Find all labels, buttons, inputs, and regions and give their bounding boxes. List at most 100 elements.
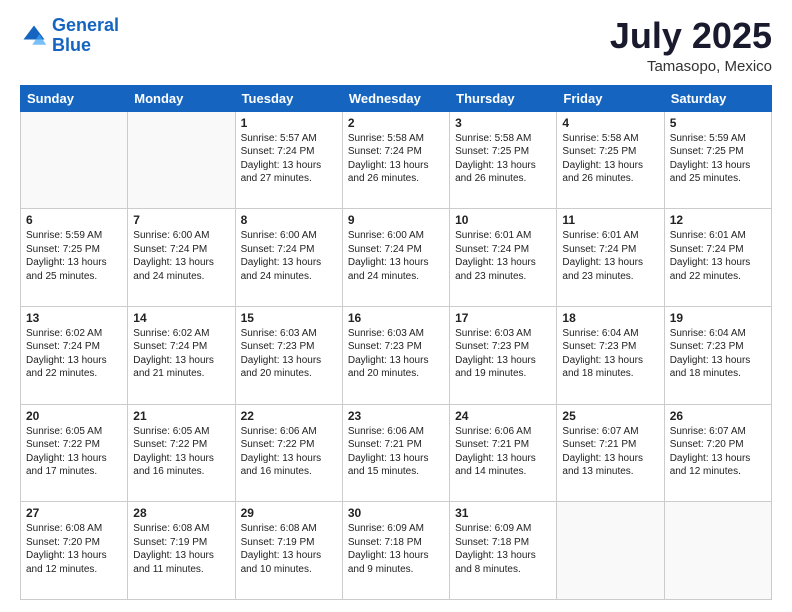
day-info: Sunrise: 6:01 AM Sunset: 7:24 PM Dayligh… bbox=[670, 229, 766, 283]
day-info: Sunrise: 5:58 AM Sunset: 7:25 PM Dayligh… bbox=[562, 132, 658, 186]
day-cell: 12 Sunrise: 6:01 AM Sunset: 7:24 PM Dayli… bbox=[664, 209, 771, 307]
day-cell: 14 Sunrise: 6:02 AM Sunset: 7:24 PM Dayli… bbox=[128, 306, 235, 404]
day-cell: 9 Sunrise: 6:00 AM Sunset: 7:24 PM Daylig… bbox=[342, 209, 449, 307]
col-header-sunday: Sunday bbox=[21, 85, 128, 111]
day-info: Sunrise: 6:06 AM Sunset: 7:21 PM Dayligh… bbox=[455, 425, 551, 479]
day-cell: 15 Sunrise: 6:03 AM Sunset: 7:23 PM Dayli… bbox=[235, 306, 342, 404]
day-number: 20 bbox=[26, 409, 122, 423]
day-number: 9 bbox=[348, 213, 444, 227]
col-header-thursday: Thursday bbox=[450, 85, 557, 111]
day-cell: 27 Sunrise: 6:08 AM Sunset: 7:20 PM Dayli… bbox=[21, 502, 128, 600]
col-header-saturday: Saturday bbox=[664, 85, 771, 111]
day-cell: 17Sunrise: 6:03 AM Sunset: 7:23 PM Dayli… bbox=[450, 306, 557, 404]
day-number: 24 bbox=[455, 409, 551, 423]
day-info: Sunrise: 5:59 AM Sunset: 7:25 PM Dayligh… bbox=[670, 132, 766, 186]
day-cell: 1 Sunrise: 5:57 AM Sunset: 7:24 PM Daylig… bbox=[235, 111, 342, 209]
day-cell: 2 Sunrise: 5:58 AM Sunset: 7:24 PM Daylig… bbox=[342, 111, 449, 209]
week-row-2: 6Sunrise: 5:59 AM Sunset: 7:25 PM Daylig… bbox=[21, 209, 772, 307]
day-cell: 4 Sunrise: 5:58 AM Sunset: 7:25 PM Daylig… bbox=[557, 111, 664, 209]
day-cell: 30Sunrise: 6:09 AM Sunset: 7:18 PM Dayli… bbox=[342, 502, 449, 600]
day-cell bbox=[21, 111, 128, 209]
day-number: 19 bbox=[670, 311, 766, 325]
day-info: Sunrise: 6:03 AM Sunset: 7:23 PM Dayligh… bbox=[241, 327, 337, 381]
day-cell: 22 Sunrise: 6:06 AM Sunset: 7:22 PM Dayli… bbox=[235, 404, 342, 502]
day-number: 6 bbox=[26, 213, 122, 227]
day-info: Sunrise: 6:08 AM Sunset: 7:19 PM Dayligh… bbox=[241, 522, 337, 576]
day-cell: 25 Sunrise: 6:07 AM Sunset: 7:21 PM Dayli… bbox=[557, 404, 664, 502]
day-info: Sunrise: 5:58 AM Sunset: 7:25 PM Dayligh… bbox=[455, 132, 551, 186]
day-info: Sunrise: 6:05 AM Sunset: 7:22 PM Dayligh… bbox=[133, 425, 229, 479]
day-number: 25 bbox=[562, 409, 658, 423]
location: Tamasopo, Mexico bbox=[610, 58, 772, 75]
day-info: Sunrise: 6:00 AM Sunset: 7:24 PM Dayligh… bbox=[348, 229, 444, 283]
day-number: 8 bbox=[241, 213, 337, 227]
day-number: 12 bbox=[670, 213, 766, 227]
day-cell: 28Sunrise: 6:08 AM Sunset: 7:19 PM Dayli… bbox=[128, 502, 235, 600]
day-info: Sunrise: 6:08 AM Sunset: 7:20 PM Dayligh… bbox=[26, 522, 122, 576]
day-number: 29 bbox=[241, 506, 337, 520]
day-number: 16 bbox=[348, 311, 444, 325]
day-cell: 24 Sunrise: 6:06 AM Sunset: 7:21 PM Dayli… bbox=[450, 404, 557, 502]
day-number: 22 bbox=[241, 409, 337, 423]
day-number: 26 bbox=[670, 409, 766, 423]
day-number: 28 bbox=[133, 506, 229, 520]
day-number: 2 bbox=[348, 116, 444, 130]
logo-blue: Blue bbox=[52, 35, 91, 55]
day-cell: 6Sunrise: 5:59 AM Sunset: 7:25 PM Daylig… bbox=[21, 209, 128, 307]
day-cell: 29 Sunrise: 6:08 AM Sunset: 7:19 PM Dayli… bbox=[235, 502, 342, 600]
day-number: 23 bbox=[348, 409, 444, 423]
day-info: Sunrise: 6:02 AM Sunset: 7:24 PM Dayligh… bbox=[133, 327, 229, 381]
day-cell: 23Sunrise: 6:06 AM Sunset: 7:21 PM Dayli… bbox=[342, 404, 449, 502]
day-number: 18 bbox=[562, 311, 658, 325]
day-cell: 16Sunrise: 6:03 AM Sunset: 7:23 PM Dayli… bbox=[342, 306, 449, 404]
day-cell: 20 Sunrise: 6:05 AM Sunset: 7:22 PM Dayli… bbox=[21, 404, 128, 502]
day-cell: 21 Sunrise: 6:05 AM Sunset: 7:22 PM Dayli… bbox=[128, 404, 235, 502]
calendar-table: SundayMondayTuesdayWednesdayThursdayFrid… bbox=[20, 85, 772, 600]
day-info: Sunrise: 6:07 AM Sunset: 7:20 PM Dayligh… bbox=[670, 425, 766, 479]
day-number: 31 bbox=[455, 506, 551, 520]
day-info: Sunrise: 6:06 AM Sunset: 7:22 PM Dayligh… bbox=[241, 425, 337, 479]
day-number: 4 bbox=[562, 116, 658, 130]
logo-icon bbox=[20, 22, 48, 50]
header: General Blue July 2025 Tamasopo, Mexico bbox=[20, 16, 772, 75]
month-title: July 2025 bbox=[610, 16, 772, 56]
calendar-header-row: SundayMondayTuesdayWednesdayThursdayFrid… bbox=[21, 85, 772, 111]
day-info: Sunrise: 6:01 AM Sunset: 7:24 PM Dayligh… bbox=[455, 229, 551, 283]
day-number: 13 bbox=[26, 311, 122, 325]
day-info: Sunrise: 6:04 AM Sunset: 7:23 PM Dayligh… bbox=[670, 327, 766, 381]
day-cell bbox=[557, 502, 664, 600]
day-info: Sunrise: 6:02 AM Sunset: 7:24 PM Dayligh… bbox=[26, 327, 122, 381]
day-info: Sunrise: 6:00 AM Sunset: 7:24 PM Dayligh… bbox=[241, 229, 337, 283]
day-cell: 19 Sunrise: 6:04 AM Sunset: 7:23 PM Dayli… bbox=[664, 306, 771, 404]
day-number: 15 bbox=[241, 311, 337, 325]
day-info: Sunrise: 6:04 AM Sunset: 7:23 PM Dayligh… bbox=[562, 327, 658, 381]
day-info: Sunrise: 5:57 AM Sunset: 7:24 PM Dayligh… bbox=[241, 132, 337, 186]
day-info: Sunrise: 6:09 AM Sunset: 7:18 PM Dayligh… bbox=[455, 522, 551, 576]
col-header-wednesday: Wednesday bbox=[342, 85, 449, 111]
day-cell: 18 Sunrise: 6:04 AM Sunset: 7:23 PM Dayli… bbox=[557, 306, 664, 404]
day-number: 21 bbox=[133, 409, 229, 423]
day-cell: 10 Sunrise: 6:01 AM Sunset: 7:24 PM Dayli… bbox=[450, 209, 557, 307]
day-number: 1 bbox=[241, 116, 337, 130]
day-cell: 8 Sunrise: 6:00 AM Sunset: 7:24 PM Daylig… bbox=[235, 209, 342, 307]
day-cell bbox=[664, 502, 771, 600]
day-info: Sunrise: 5:58 AM Sunset: 7:24 PM Dayligh… bbox=[348, 132, 444, 186]
day-info: Sunrise: 6:05 AM Sunset: 7:22 PM Dayligh… bbox=[26, 425, 122, 479]
logo-general: General bbox=[52, 15, 119, 35]
day-info: Sunrise: 6:00 AM Sunset: 7:24 PM Dayligh… bbox=[133, 229, 229, 283]
day-number: 14 bbox=[133, 311, 229, 325]
day-info: Sunrise: 6:07 AM Sunset: 7:21 PM Dayligh… bbox=[562, 425, 658, 479]
logo: General Blue bbox=[20, 16, 119, 56]
day-info: Sunrise: 6:09 AM Sunset: 7:18 PM Dayligh… bbox=[348, 522, 444, 576]
day-info: Sunrise: 6:01 AM Sunset: 7:24 PM Dayligh… bbox=[562, 229, 658, 283]
day-number: 7 bbox=[133, 213, 229, 227]
day-number: 27 bbox=[26, 506, 122, 520]
day-number: 10 bbox=[455, 213, 551, 227]
day-cell: 31 Sunrise: 6:09 AM Sunset: 7:18 PM Dayli… bbox=[450, 502, 557, 600]
day-cell: 7 Sunrise: 6:00 AM Sunset: 7:24 PM Daylig… bbox=[128, 209, 235, 307]
day-cell bbox=[128, 111, 235, 209]
week-row-1: 1 Sunrise: 5:57 AM Sunset: 7:24 PM Daylig… bbox=[21, 111, 772, 209]
day-cell: 13 Sunrise: 6:02 AM Sunset: 7:24 PM Dayli… bbox=[21, 306, 128, 404]
week-row-4: 20 Sunrise: 6:05 AM Sunset: 7:22 PM Dayli… bbox=[21, 404, 772, 502]
week-row-5: 27 Sunrise: 6:08 AM Sunset: 7:20 PM Dayli… bbox=[21, 502, 772, 600]
